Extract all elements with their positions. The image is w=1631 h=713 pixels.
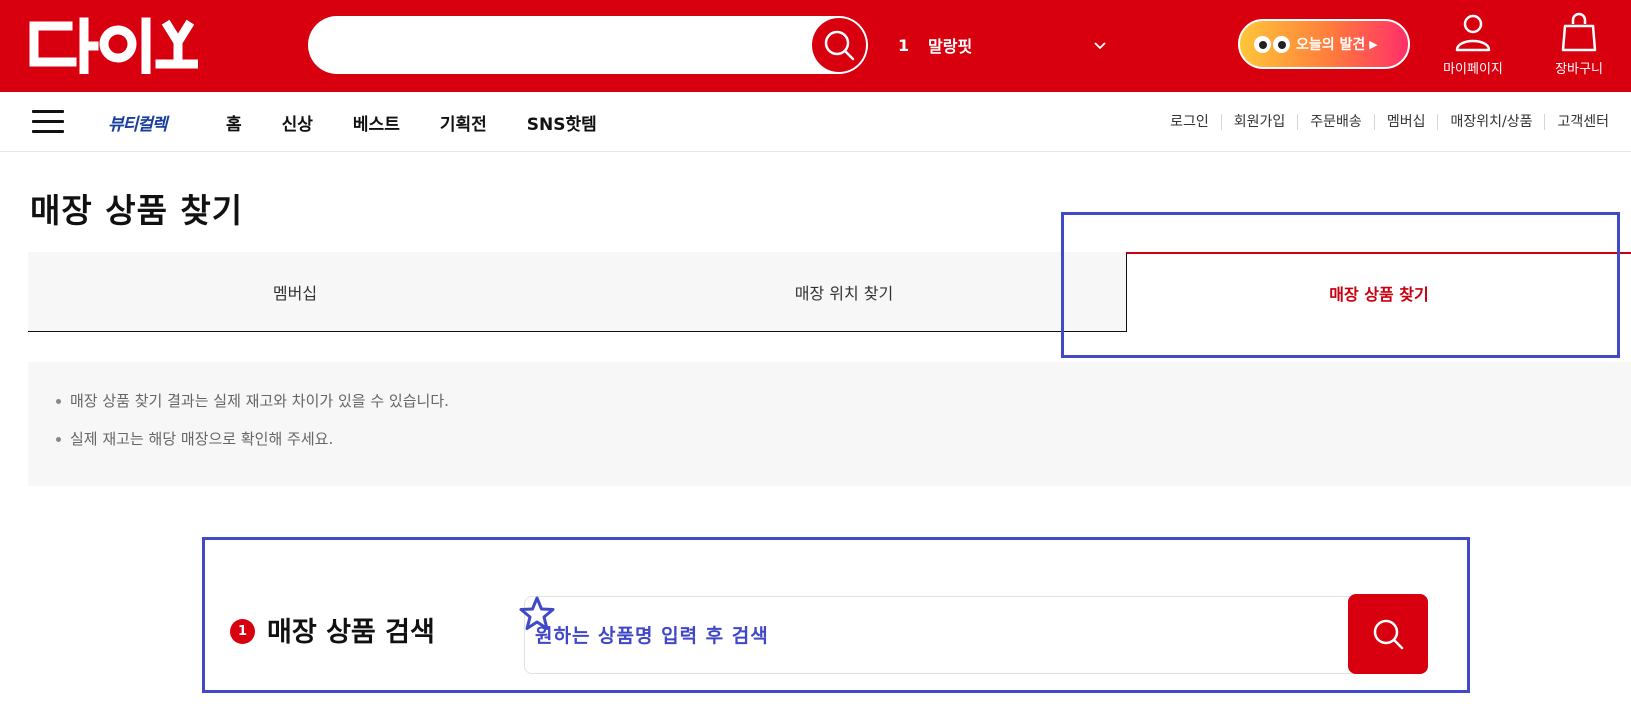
signup-link[interactable]: 회원가입 <box>1220 114 1298 130</box>
product-search-field <box>524 596 1404 675</box>
nav-item-home[interactable]: 홈 <box>226 110 242 135</box>
user-icon <box>1455 14 1491 52</box>
tab-bar: 멤버십 매장 위치 찾기 매장 상품 찾기 <box>28 252 1631 332</box>
shopping-bag-icon <box>1561 12 1597 52</box>
search-icon <box>824 30 855 61</box>
customer-center-link[interactable]: 고객센터 <box>1544 114 1621 130</box>
trending-keyword-text: 말랑핏 <box>928 37 973 56</box>
store-location-link[interactable]: 매장위치/상품 <box>1437 114 1544 130</box>
product-search-button[interactable] <box>1348 594 1428 674</box>
trending-rank: 1 <box>898 35 910 55</box>
mypage-label: 마이페이지 <box>1443 62 1503 77</box>
product-search-label: 매장 상품 검색 <box>267 617 435 648</box>
nav-bar: 뷰티컬렉 홈 신상 베스트 기획전 SNS핫템 로그인 회원가입 주문배송 멤버… <box>0 92 1631 152</box>
notice-box: 매장 상품 찾기 결과는 실제 재고와 차이가 있을 수 있습니다. 실제 재고… <box>28 362 1631 486</box>
menu-icon[interactable] <box>32 110 64 134</box>
nav-item-new[interactable]: 신상 <box>282 110 313 135</box>
notice-item: 매장 상품 찾기 결과는 실제 재고와 차이가 있을 수 있습니다. <box>56 392 1631 410</box>
login-link[interactable]: 로그인 <box>1158 114 1221 130</box>
todays-discovery-button[interactable]: 오늘의 발견 ▶ <box>1238 19 1410 69</box>
order-delivery-link[interactable]: 주문배송 <box>1297 114 1374 130</box>
nav-util-menu: 로그인 회원가입 주문배송 멤버십 매장위치/상품 고객센터 <box>1158 92 1621 152</box>
daiso-logo[interactable] <box>28 16 201 75</box>
tab-membership[interactable]: 멤버십 <box>28 252 562 332</box>
step-number-badge: 1 <box>230 619 255 644</box>
global-search-input[interactable] <box>336 26 796 64</box>
tab-store-location[interactable]: 매장 위치 찾기 <box>562 252 1126 332</box>
product-search-input[interactable] <box>525 597 1325 675</box>
store-product-search: 1 매장 상품 검색 <box>230 588 1430 678</box>
chevron-down-icon[interactable] <box>1092 37 1108 53</box>
global-search-button[interactable] <box>812 18 866 72</box>
eyes-icon <box>1254 35 1290 53</box>
global-search <box>308 16 868 74</box>
nav-brand-link[interactable]: 뷰티컬렉 <box>108 110 168 135</box>
play-arrow-icon: ▶ <box>1369 37 1378 51</box>
nav-item-best[interactable]: 베스트 <box>353 110 400 135</box>
nav-main-menu: 홈 신상 베스트 기획전 SNS핫템 <box>226 92 637 152</box>
top-header: 1 말랑핏 오늘의 발견 ▶ 마이페이지 장바구니 <box>0 0 1631 92</box>
tab-store-product[interactable]: 매장 상품 찾기 <box>1126 252 1631 332</box>
page-title: 매장 상품 찾기 <box>30 191 244 230</box>
membership-link[interactable]: 멤버십 <box>1373 114 1438 130</box>
daiso-logo-mark <box>29 17 201 75</box>
cart-label: 장바구니 <box>1555 62 1603 77</box>
notice-item: 실제 재고는 해당 매장으로 확인해 주세요. <box>56 430 1631 448</box>
todays-discovery-label: 오늘의 발견 <box>1296 37 1366 53</box>
nav-item-sns-hot[interactable]: SNS핫템 <box>527 110 597 135</box>
search-icon <box>1373 619 1404 650</box>
cart-button[interactable]: 장바구니 <box>1534 12 1624 86</box>
trending-keyword[interactable]: 1 말랑핏 <box>898 30 1108 60</box>
mypage-button[interactable]: 마이페이지 <box>1428 12 1518 86</box>
nav-item-promotion[interactable]: 기획전 <box>440 110 487 135</box>
